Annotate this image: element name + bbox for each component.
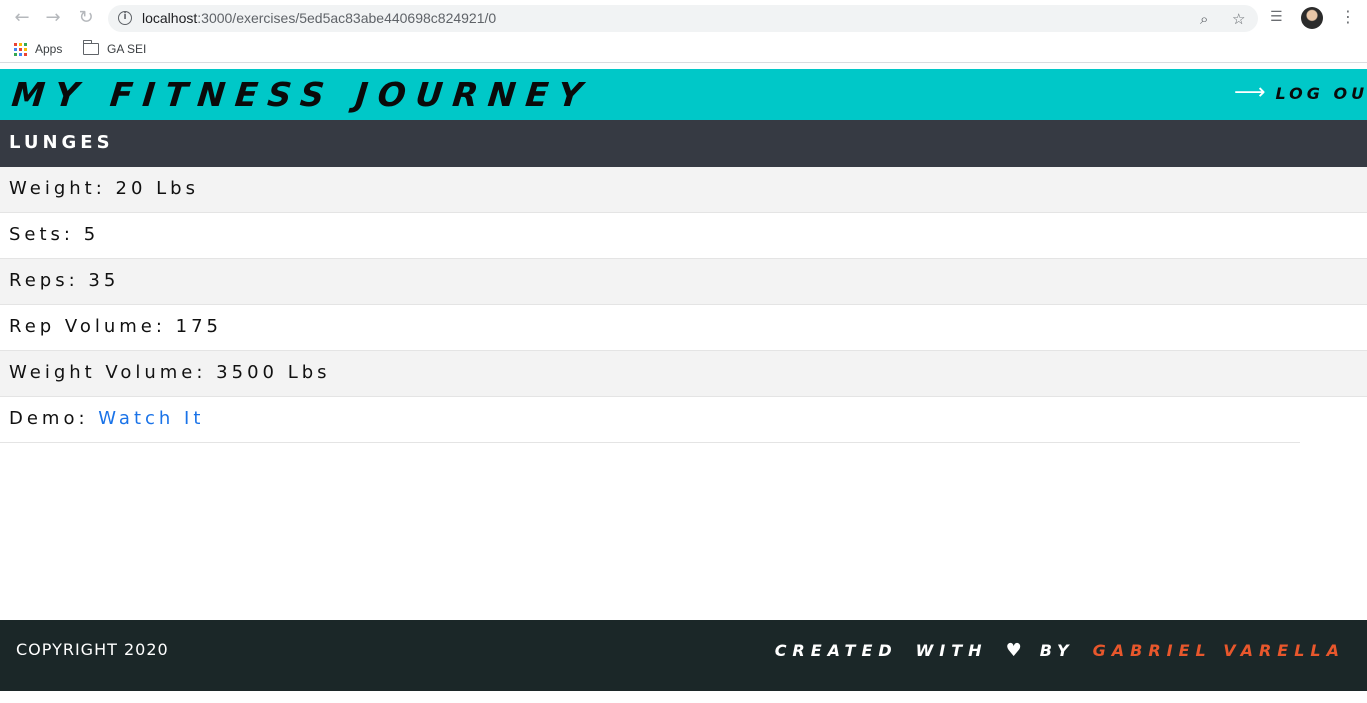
detail-weight-volume: Weight Volume: 3500 Lbs bbox=[9, 362, 331, 383]
zoom-icon[interactable]: ⌕ bbox=[1200, 10, 1208, 28]
logout-label: LOG OUT bbox=[1275, 83, 1367, 103]
detail-row-rep-volume: Rep Volume: 175 bbox=[0, 305, 1367, 351]
url-text[interactable]: localhost:3000/exercises/5ed5ac83abe4406… bbox=[142, 10, 496, 26]
copyright-text: COPYRIGHT 2020 bbox=[16, 640, 169, 659]
exercise-name: LUNGES bbox=[9, 132, 114, 153]
back-arrow-icon[interactable]: ← bbox=[12, 8, 32, 28]
detail-sets: Sets: 5 bbox=[9, 224, 100, 245]
detail-row-weight-volume: Weight Volume: 3500 Lbs bbox=[0, 351, 1367, 397]
forward-arrow-icon[interactable]: → bbox=[43, 8, 63, 28]
detail-demo: Demo: Watch It bbox=[9, 408, 204, 429]
address-bar[interactable]: i localhost:3000/exercises/5ed5ac83abe44… bbox=[108, 5, 1258, 32]
bookmarks-bar: Apps GA SEI bbox=[0, 36, 1367, 63]
folder-icon bbox=[83, 40, 99, 55]
apps-grid-icon bbox=[14, 42, 27, 56]
bookmark-ga-sei-label: GA SEI bbox=[107, 42, 147, 56]
media-queue-icon[interactable]: ☰ bbox=[1270, 9, 1283, 25]
author-name[interactable]: GABRIEL VARELLA bbox=[1093, 641, 1345, 660]
logout-arrow-icon: ⟶ bbox=[1234, 80, 1266, 105]
credit-with: WITH bbox=[915, 641, 988, 660]
detail-weight: Weight: 20 Lbs bbox=[9, 178, 199, 199]
url-host: localhost bbox=[142, 10, 198, 26]
app-header: MY FITNESS JOURNEY ⟶ LOG OUT bbox=[0, 69, 1367, 120]
footer: COPYRIGHT 2020 CREATED WITH ♥ BY GABRIEL… bbox=[0, 620, 1367, 691]
detail-row-sets: Sets: 5 bbox=[0, 213, 1367, 259]
bookmark-apps-label: Apps bbox=[35, 42, 63, 56]
detail-row-demo: Demo: Watch It bbox=[0, 397, 1300, 443]
detail-row-weight: Weight: 20 Lbs bbox=[0, 167, 1367, 213]
bookmark-ga-sei[interactable]: GA SEI bbox=[83, 40, 147, 56]
detail-rep-volume: Rep Volume: 175 bbox=[9, 316, 223, 337]
exercise-details-list: Weight: 20 Lbs Sets: 5 Reps: 35 Rep Volu… bbox=[0, 167, 1367, 443]
credit-created: CREATED bbox=[774, 641, 898, 660]
bookmark-apps[interactable]: Apps bbox=[14, 42, 62, 56]
app-title[interactable]: MY FITNESS JOURNEY bbox=[10, 75, 594, 114]
reload-icon[interactable]: ↻ bbox=[76, 8, 96, 28]
detail-row-reps: Reps: 35 bbox=[0, 259, 1367, 305]
heart-icon: ♥ bbox=[1005, 640, 1022, 661]
site-info-icon[interactable]: i bbox=[118, 11, 132, 25]
credit-line: CREATED WITH ♥ BY GABRIEL VARELLA bbox=[775, 640, 1345, 661]
watch-it-link[interactable]: Watch It bbox=[98, 408, 204, 429]
browser-toolbar: ← → ↻ i localhost:3000/exercises/5ed5ac8… bbox=[0, 0, 1367, 36]
url-path: :3000/exercises/5ed5ac83abe440698c824921… bbox=[197, 10, 497, 26]
profile-avatar[interactable] bbox=[1301, 7, 1323, 29]
exercise-title-bar: LUNGES bbox=[0, 120, 1367, 167]
credit-by: BY bbox=[1039, 641, 1075, 660]
demo-label: Demo: bbox=[9, 408, 89, 429]
bookmark-star-icon[interactable]: ☆ bbox=[1232, 10, 1245, 28]
bottom-edge bbox=[0, 691, 1367, 703]
detail-reps: Reps: 35 bbox=[9, 270, 120, 291]
logout-button[interactable]: ⟶ LOG OUT bbox=[1234, 80, 1367, 105]
menu-dots-icon[interactable]: ⋮ bbox=[1340, 7, 1356, 26]
